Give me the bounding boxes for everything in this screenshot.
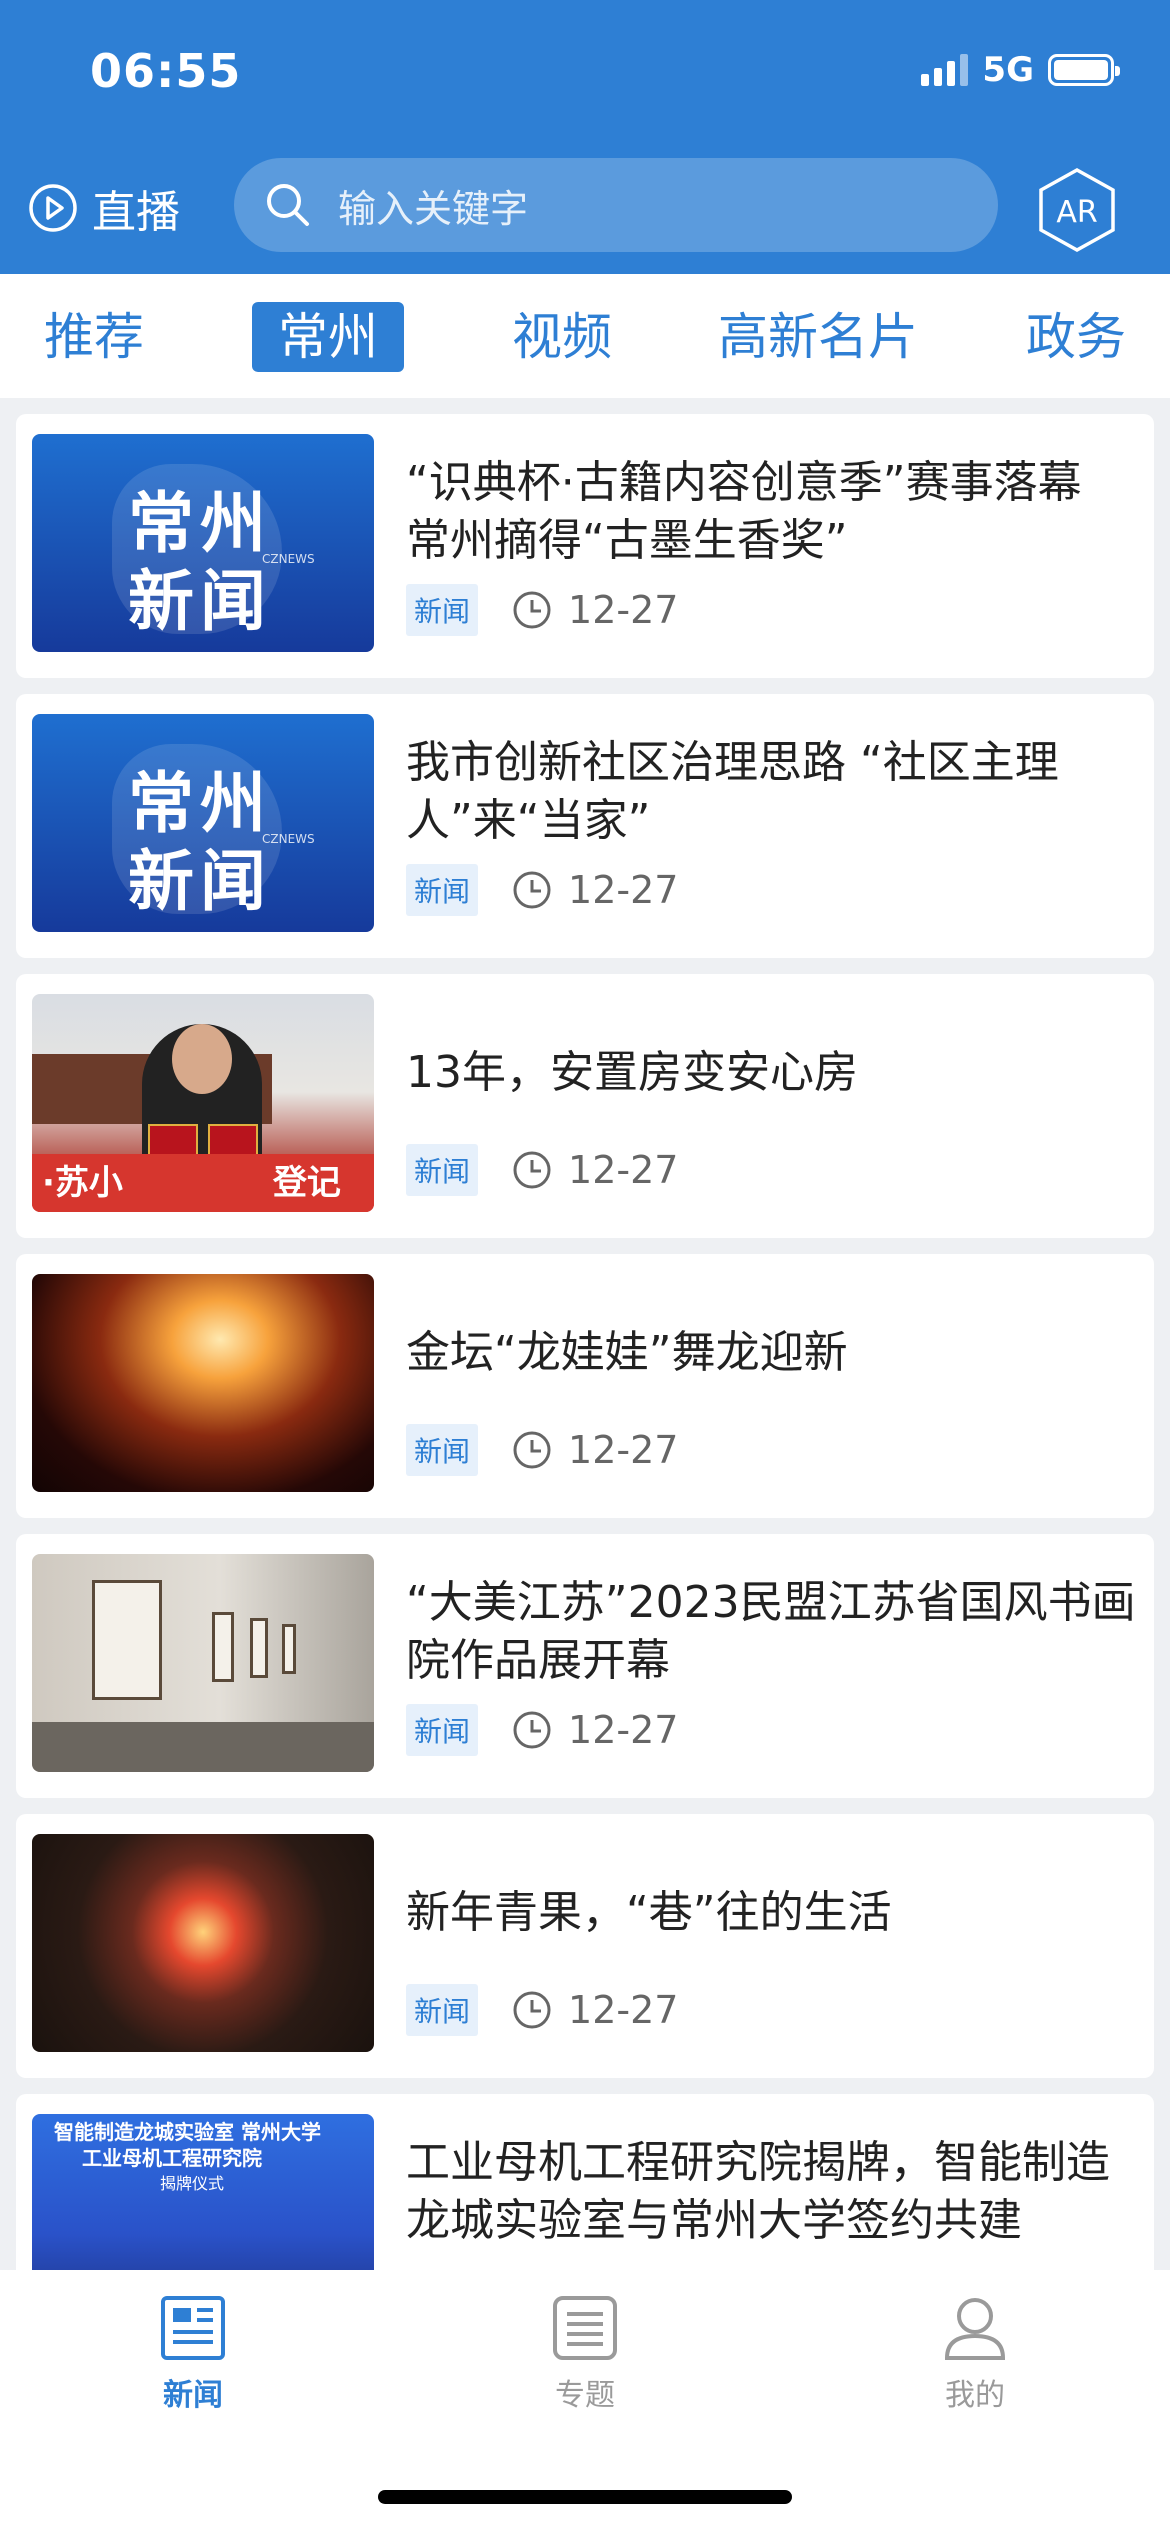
- network-label: 5G: [982, 50, 1034, 90]
- category-badge: 新闻: [406, 1984, 479, 2036]
- category-badge: 新闻: [406, 1704, 479, 1756]
- search-placeholder: 输入关键字: [338, 186, 529, 231]
- clock-icon: [513, 1991, 551, 2029]
- nav-label: 专题: [555, 2378, 615, 2413]
- news-date: 12-27: [568, 1708, 679, 1752]
- news-title: “大美江苏”2023民盟江苏省国风书画院作品展开幕: [406, 1577, 1136, 1686]
- category-badge: 新闻: [406, 1144, 479, 1196]
- clock-icon: [513, 1151, 551, 1189]
- search-icon: [267, 184, 309, 226]
- channel-tabs: 推荐 常州 视频 高新名片 政务: [0, 274, 1170, 398]
- news-title: 金坛“龙娃娃”舞龙迎新: [406, 1327, 848, 1378]
- ar-label: AR: [1056, 195, 1097, 230]
- news-item[interactable]: 新年青果，“巷”往的生活 新闻 12-27: [16, 1814, 1154, 2078]
- clock-icon: [513, 591, 551, 629]
- tab-government[interactable]: 政务: [1026, 302, 1126, 372]
- news-date: 12-27: [568, 588, 679, 632]
- news-date: 12-27: [568, 1428, 679, 1472]
- clock-icon: [513, 1431, 551, 1469]
- news-title: 工业母机工程研究院揭牌，智能制造龙城实验室与常州大学签约共建: [406, 2137, 1110, 2246]
- clock-icon: [513, 871, 551, 909]
- news-item[interactable]: “大美江苏”2023民盟江苏省国风书画院作品展开幕 新闻 12-27: [16, 1534, 1154, 1798]
- category-badge: 新闻: [406, 584, 479, 636]
- news-item[interactable]: 常州 新闻 CZNEWS “识典杯·古籍内容创意季”赛事落幕 常州摘得“古墨生香奖…: [16, 414, 1154, 678]
- news-item[interactable]: 常州 新闻 CZNEWS 我市创新社区治理思路 “社区主理人”来“当家” 新闻 1…: [16, 694, 1154, 958]
- thumbnail: 智能制造龙城实验室 常州大学 工业母机工程研究院 揭牌仪式: [32, 2114, 374, 2270]
- live-button[interactable]: 直播: [28, 176, 180, 240]
- nav-topics[interactable]: 专题: [505, 2294, 665, 2414]
- status-time: 06:55: [90, 44, 242, 98]
- thumbnail: ·苏小登记志: [32, 994, 374, 1212]
- newspaper-icon: [161, 2296, 225, 2360]
- app-header: 06:55 5G 直播 输入关键字 AR: [0, 0, 1170, 274]
- news-item[interactable]: 金坛“龙娃娃”舞龙迎新 新闻 12-27: [16, 1254, 1154, 1518]
- tab-video[interactable]: 视频: [512, 302, 612, 372]
- news-item[interactable]: 智能制造龙城实验室 常州大学 工业母机工程研究院 揭牌仪式 工业母机工程研究院揭…: [16, 2094, 1154, 2270]
- play-circle-icon: [29, 184, 77, 232]
- thumbnail: [32, 1274, 374, 1492]
- clock-icon: [513, 1711, 551, 1749]
- home-indicator[interactable]: [378, 2490, 792, 2504]
- list-icon: [553, 2296, 617, 2360]
- category-badge: 新闻: [406, 864, 479, 916]
- news-title: 新年青果，“巷”往的生活: [406, 1887, 892, 1938]
- nav-label: 我的: [945, 2378, 1005, 2413]
- live-label: 直播: [92, 187, 180, 238]
- thumbnail: 常州 新闻 CZNEWS: [32, 714, 374, 932]
- ar-hexagon-icon: AR: [1039, 167, 1115, 253]
- news-date: 12-27: [568, 868, 679, 912]
- news-date: 12-27: [568, 1988, 679, 2032]
- tab-high-tech[interactable]: 高新名片: [718, 302, 918, 372]
- news-title: 13年，安置房变安心房: [406, 1047, 858, 1098]
- thumbnail: [32, 1834, 374, 2052]
- battery-icon: [1048, 54, 1120, 86]
- news-title: “识典杯·古籍内容创意季”赛事落幕 常州摘得“古墨生香奖”: [406, 457, 1082, 566]
- person-icon: [944, 2298, 1006, 2360]
- tab-recommend[interactable]: 推荐: [44, 302, 144, 372]
- tab-changzhou[interactable]: 常州: [252, 302, 404, 372]
- news-list: 常州 新闻 CZNEWS “识典杯·古籍内容创意季”赛事落幕 常州摘得“古墨生香奖…: [16, 414, 1154, 2270]
- nav-news[interactable]: 新闻: [113, 2294, 273, 2414]
- news-title: 我市创新社区治理思路 “社区主理人”来“当家”: [406, 737, 1059, 846]
- thumbnail: 常州 新闻 CZNEWS: [32, 434, 374, 652]
- status-indicators: 5G: [921, 50, 1120, 90]
- news-item[interactable]: ·苏小登记志 13年，安置房变安心房 新闻 12-27: [16, 974, 1154, 1238]
- ar-button[interactable]: AR: [1036, 166, 1118, 254]
- category-badge: 新闻: [406, 1424, 479, 1476]
- nav-me[interactable]: 我的: [895, 2294, 1055, 2414]
- signal-icon: [921, 54, 969, 86]
- nav-label: 新闻: [163, 2378, 223, 2413]
- thumbnail: [32, 1554, 374, 1772]
- search-input[interactable]: 输入关键字: [234, 158, 998, 252]
- news-date: 12-27: [568, 1148, 679, 1192]
